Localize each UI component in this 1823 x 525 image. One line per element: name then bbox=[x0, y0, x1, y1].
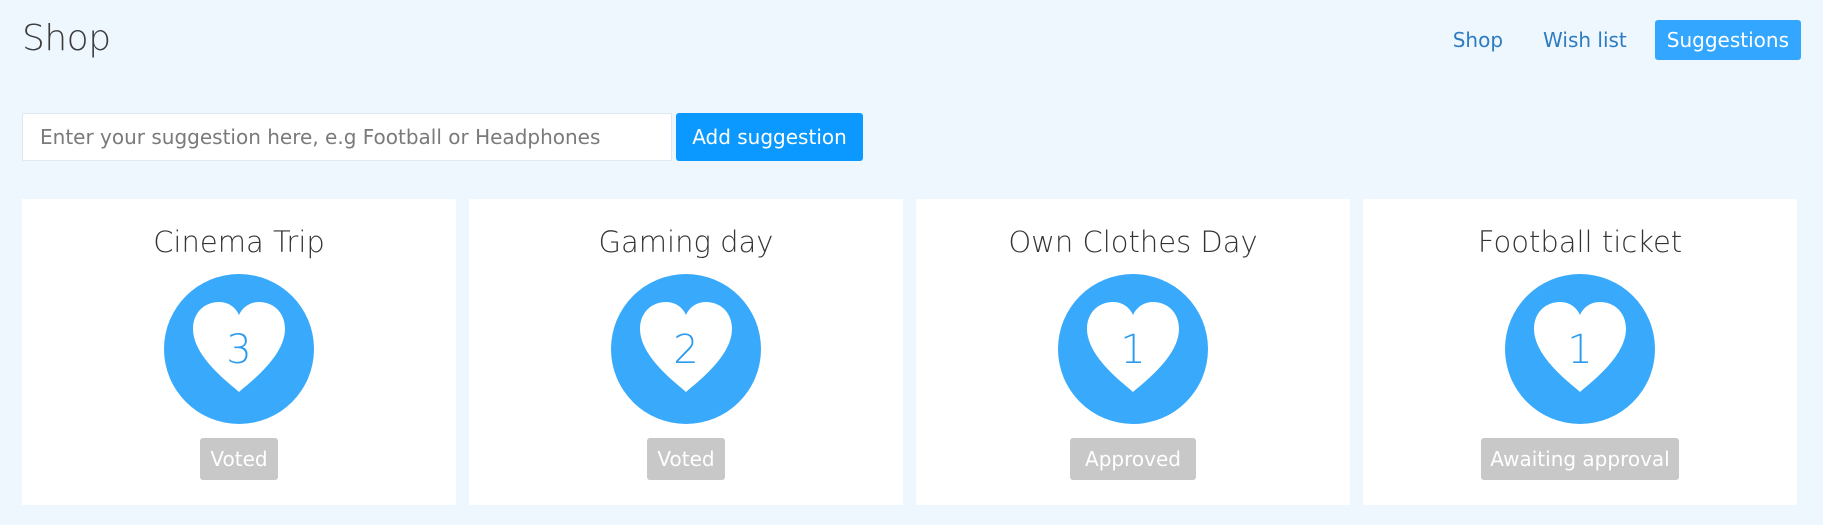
vote-button[interactable]: 3 bbox=[164, 274, 314, 424]
suggestion-form: Add suggestion bbox=[22, 113, 863, 161]
suggestion-card-cinema-trip: Cinema Trip 3 Voted bbox=[22, 199, 456, 505]
suggestion-card-gaming-day: Gaming day 2 Voted bbox=[469, 199, 903, 505]
card-title: Own Clothes Day bbox=[1008, 225, 1258, 259]
suggestion-input[interactable] bbox=[22, 113, 672, 161]
heart-icon bbox=[1087, 302, 1179, 392]
vote-button[interactable]: 1 bbox=[1058, 274, 1208, 424]
page-header: Shop Shop Wish list Suggestions bbox=[22, 0, 1801, 90]
status-badge: Awaiting approval bbox=[1481, 438, 1679, 480]
card-title: Cinema Trip bbox=[153, 225, 325, 259]
heart-icon bbox=[1534, 302, 1626, 392]
nav-suggestions-link[interactable]: Suggestions bbox=[1654, 20, 1801, 60]
status-badge: Approved bbox=[1070, 438, 1196, 480]
vote-button[interactable]: 1 bbox=[1505, 274, 1655, 424]
suggestion-card-own-clothes-day: Own Clothes Day 1 Approved bbox=[916, 199, 1350, 505]
top-navigation: Shop Wish list Suggestions bbox=[1413, 20, 1801, 60]
card-title: Football ticket bbox=[1477, 225, 1683, 259]
heart-icon bbox=[640, 302, 732, 392]
card-title: Gaming day bbox=[598, 225, 774, 259]
suggestion-cards: Cinema Trip 3 Voted Gaming day 2 Voted O… bbox=[22, 199, 1797, 505]
suggestion-card-football-ticket: Football ticket 1 Awaiting approval bbox=[1363, 199, 1797, 505]
nav-wish-list-link[interactable]: Wish list bbox=[1543, 28, 1627, 52]
heart-icon bbox=[193, 302, 285, 392]
vote-button[interactable]: 2 bbox=[611, 274, 761, 424]
add-suggestion-button[interactable]: Add suggestion bbox=[676, 113, 863, 161]
status-badge: Voted bbox=[200, 438, 278, 480]
nav-shop-link[interactable]: Shop bbox=[1453, 28, 1503, 52]
page-title: Shop bbox=[22, 18, 111, 59]
status-badge: Voted bbox=[647, 438, 725, 480]
